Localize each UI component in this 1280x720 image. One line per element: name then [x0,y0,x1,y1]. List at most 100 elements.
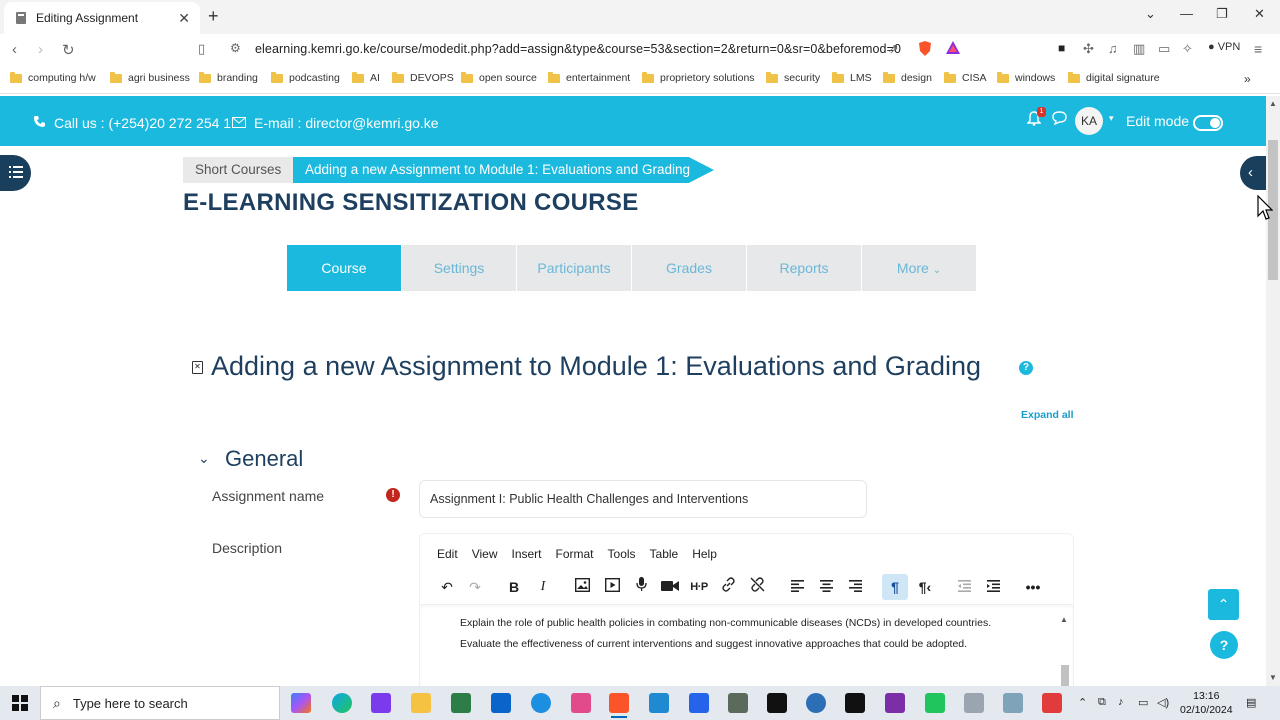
notifications-bell-icon[interactable]: 1 [1026,107,1046,129]
app-icon[interactable] [371,693,391,713]
undo-icon[interactable]: ↶ [434,574,460,600]
file-explorer-icon[interactable] [411,693,431,713]
bookmark-folder[interactable]: windows [997,71,1055,84]
camtasia-app-icon[interactable] [925,693,945,713]
media-icon[interactable] [599,574,625,600]
app-icon[interactable] [964,693,984,713]
edit-mode-toggle[interactable] [1193,115,1223,131]
site-settings-icon[interactable]: ⚙ [230,41,241,55]
help-icon[interactable]: ? [1019,361,1033,375]
scroll-up-icon[interactable]: ▲ [1269,99,1277,108]
section-heading-general[interactable]: General [225,446,303,472]
vpn-button[interactable]: ● VPN [1208,41,1240,53]
menu-format[interactable]: Format [556,547,594,561]
tab-course[interactable]: Course [287,245,401,291]
rewards-icon[interactable] [946,41,960,58]
window-close-icon[interactable]: ✕ [1254,6,1265,22]
bold-icon[interactable]: B [501,574,527,600]
tab-reports[interactable]: Reports [747,245,861,291]
redo-icon[interactable]: ↷ [462,574,488,600]
media-icon[interactable]: ♫ [1108,41,1118,56]
editor-content-area[interactable]: Explain the role of public health polici… [420,604,1073,686]
share-icon[interactable]: ⇗ [888,41,899,57]
leo-ai-icon[interactable]: ✧ [1182,41,1193,57]
menu-table[interactable]: Table [650,547,679,561]
forward-icon[interactable]: › [38,41,43,58]
bookmark-folder[interactable]: agri business [110,71,190,84]
ltr-direction-icon[interactable]: ¶ [882,574,908,600]
onenote-app-icon[interactable] [885,693,905,713]
vscode-app-icon[interactable] [649,693,669,713]
expand-all-link[interactable]: Expand all [1021,409,1074,421]
tab-search-chevron-icon[interactable]: ⌄ [1145,6,1156,22]
reload-icon[interactable]: ↻ [62,41,75,59]
back-to-top-button[interactable]: ⌃ [1208,589,1239,620]
video-camera-icon[interactable] [657,574,683,600]
align-right-icon[interactable] [842,574,868,600]
bookmark-folder[interactable]: DEVOPS [392,71,454,84]
user-avatar[interactable]: KA [1075,107,1103,135]
menu-view[interactable]: View [472,547,498,561]
sidebar-icon[interactable]: ▥ [1133,41,1145,57]
outdent-icon[interactable] [951,574,977,600]
mail-app-icon[interactable] [491,693,511,713]
assignment-name-input[interactable]: Assignment I: Public Health Challenges a… [419,480,867,518]
unlink-icon[interactable] [744,574,770,600]
notifications-icon[interactable]: ▤ [1246,696,1256,709]
tab-more[interactable]: More ⌄ [862,245,976,291]
edge-app-icon[interactable] [332,693,352,713]
minimize-icon[interactable]: — [1180,6,1193,21]
tray-chevron-icon[interactable]: ⌃ [1078,696,1087,709]
browser-app-icon[interactable] [531,693,551,713]
wallet-icon[interactable]: ▭ [1158,41,1170,57]
volume-icon[interactable]: ◁) [1157,696,1169,709]
scroll-down-icon[interactable]: ▼ [1269,673,1277,682]
bookmark-folder[interactable]: computing h/w [10,71,96,84]
align-left-icon[interactable] [784,574,810,600]
brave-shield-icon[interactable] [918,41,932,60]
tray-icon[interactable]: ⧉ [1098,696,1106,709]
app-icon[interactable] [767,693,787,713]
close-tab-icon[interactable]: ✕ [178,10,190,27]
more-tools-icon[interactable]: ••• [1020,574,1046,600]
tab-grades[interactable]: Grades [632,245,746,291]
menu-help[interactable]: Help [692,547,717,561]
copilot-app-icon[interactable] [291,693,311,713]
bookmark-icon[interactable]: ▯ [198,41,205,57]
block-drawer-button[interactable]: ‹ [1240,156,1266,190]
h5p-icon[interactable]: H·P [686,574,712,600]
italic-icon[interactable]: I [530,574,556,600]
link-icon[interactable] [715,574,741,600]
page-scrollbar[interactable]: ▲ ▼ [1266,96,1280,686]
menu-icon[interactable]: ≡ [1254,41,1262,57]
start-windows-icon[interactable] [12,695,28,711]
messages-icon[interactable] [1052,111,1067,128]
todo-app-icon[interactable] [689,693,709,713]
bookmark-folder[interactable]: LMS [832,71,872,84]
menu-tools[interactable]: Tools [608,547,636,561]
bookmark-folder[interactable]: branding [199,71,258,84]
store-app-icon[interactable] [451,693,471,713]
description-text[interactable]: Explain the role of public health polici… [460,613,991,655]
new-tab-icon[interactable]: + [208,6,219,27]
image-icon[interactable] [569,574,595,600]
app-icon[interactable] [1042,693,1062,713]
bookmark-folder[interactable]: security [766,71,820,84]
microphone-icon[interactable] [628,574,654,600]
bookmark-folder[interactable]: open source [461,71,537,84]
tray-icon[interactable]: ♪ [1118,696,1124,708]
help-button[interactable]: ? [1210,631,1238,659]
breadcrumb-item[interactable]: Short Courses [183,157,294,183]
tab-participants[interactable]: Participants [517,245,631,291]
scroll-up-icon[interactable]: ▲ [1060,615,1068,624]
indent-icon[interactable] [980,574,1006,600]
collapse-section-chevron-icon[interactable]: ⌄ [198,450,210,467]
app-icon[interactable] [1003,693,1023,713]
media-app-icon[interactable] [571,693,591,713]
back-icon[interactable]: ‹ [12,41,17,58]
browser-tab[interactable]: Editing Assignment ✕ [4,2,200,34]
bookmark-folder[interactable]: AI [352,71,380,84]
app-icon[interactable] [806,693,826,713]
url-field[interactable]: elearning.kemri.go.ke/course/modedit.php… [255,42,901,56]
extensions-puzzle-icon[interactable]: ✣ [1083,41,1094,57]
